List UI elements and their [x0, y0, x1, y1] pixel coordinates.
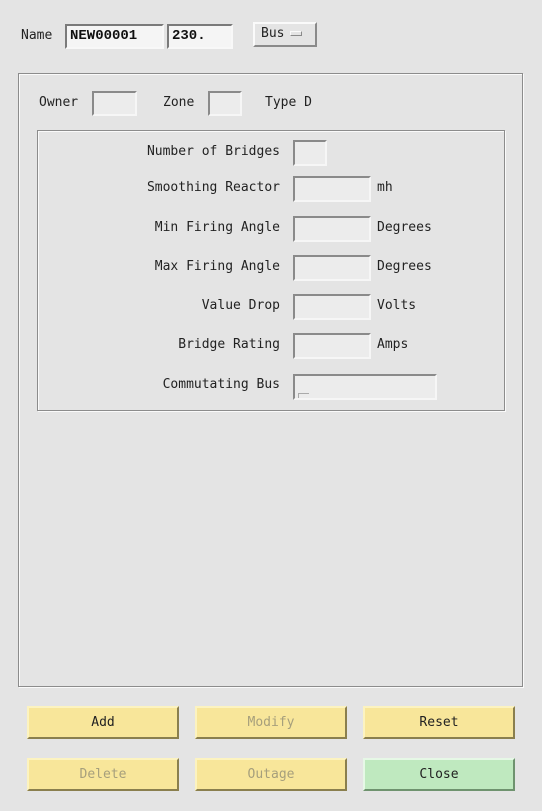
max-firing-angle-unit: Degrees	[377, 259, 432, 274]
close-button[interactable]: Close	[363, 758, 515, 791]
name-label: Name	[21, 28, 53, 43]
bridge-rating-label: Bridge Rating	[178, 337, 280, 352]
type-label: Type D	[265, 95, 312, 110]
owner-field[interactable]	[92, 91, 137, 116]
add-button[interactable]: Add	[27, 706, 179, 739]
text-cursor-icon	[298, 393, 309, 398]
bus-type-option-menu[interactable]: Bus	[253, 22, 317, 47]
outage-button[interactable]: Outage	[195, 758, 347, 791]
smoothing-reactor-unit: mh	[377, 180, 393, 195]
max-firing-angle-field[interactable]	[293, 255, 371, 281]
bus-name-field[interactable]: NEW00001	[65, 24, 164, 49]
valve-drop-unit: Volts	[377, 298, 417, 313]
owner-label: Owner	[39, 95, 79, 110]
max-firing-angle-label: Max Firing Angle	[154, 259, 280, 274]
zone-field[interactable]	[208, 91, 242, 116]
valve-drop-field[interactable]	[293, 294, 371, 320]
bus-voltage-field[interactable]: 230.	[167, 24, 233, 49]
bus-type-option-label: Bus	[261, 26, 285, 41]
min-firing-angle-field[interactable]	[293, 216, 371, 242]
zone-label: Zone	[163, 95, 195, 110]
min-firing-angle-unit: Degrees	[377, 220, 432, 235]
valve-drop-label: Value Drop	[201, 298, 280, 313]
commutating-bus-label: Commutating Bus	[162, 377, 280, 392]
min-firing-angle-label: Min Firing Angle	[154, 220, 280, 235]
option-menu-indicator-icon	[290, 31, 303, 36]
smoothing-reactor-field[interactable]	[293, 176, 371, 202]
bridge-rating-unit: Amps	[377, 337, 409, 352]
modify-button[interactable]: Modify	[195, 706, 347, 739]
number-of-bridges-field[interactable]	[293, 140, 327, 166]
delete-button[interactable]: Delete	[27, 758, 179, 791]
number-of-bridges-label: Number of Bridges	[146, 144, 280, 159]
commutating-bus-field[interactable]	[293, 374, 437, 400]
smoothing-reactor-label: Smoothing Reactor	[146, 180, 280, 195]
bridge-rating-field[interactable]	[293, 333, 371, 359]
reset-button[interactable]: Reset	[363, 706, 515, 739]
